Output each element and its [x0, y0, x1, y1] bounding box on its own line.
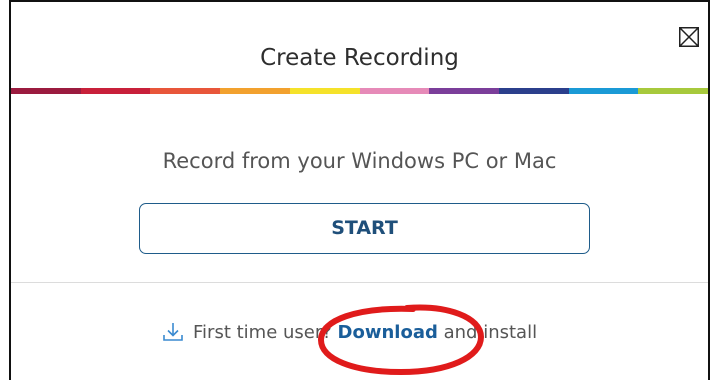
color-bar-segment	[150, 88, 221, 94]
close-icon[interactable]	[679, 27, 699, 47]
brand-color-bar	[11, 88, 709, 94]
download-icon[interactable]	[161, 320, 185, 344]
create-recording-dialog: Create Recording Record from your Window…	[9, 0, 710, 380]
page: Create Recording Record from your Window…	[0, 0, 711, 380]
color-bar-segment	[498, 88, 569, 94]
color-bar-segment	[568, 88, 639, 94]
color-bar-segment	[80, 88, 151, 94]
divider	[11, 282, 708, 283]
color-bar-segment	[359, 88, 430, 94]
download-link[interactable]: Download	[338, 322, 438, 343]
color-bar-segment	[11, 88, 81, 94]
color-bar-segment	[220, 88, 290, 94]
dialog-title: Create Recording	[260, 45, 459, 71]
color-bar-segment	[289, 88, 360, 94]
color-bar-segment	[429, 88, 499, 94]
download-suffix: and install	[443, 321, 538, 343]
download-prompt: First time user? Download and install	[161, 320, 537, 344]
start-button[interactable]: START	[139, 203, 590, 254]
download-prefix: First time user?	[193, 321, 332, 343]
color-bar-segment	[638, 88, 709, 94]
record-subtitle: Record from your Windows PC or Mac	[162, 149, 557, 173]
